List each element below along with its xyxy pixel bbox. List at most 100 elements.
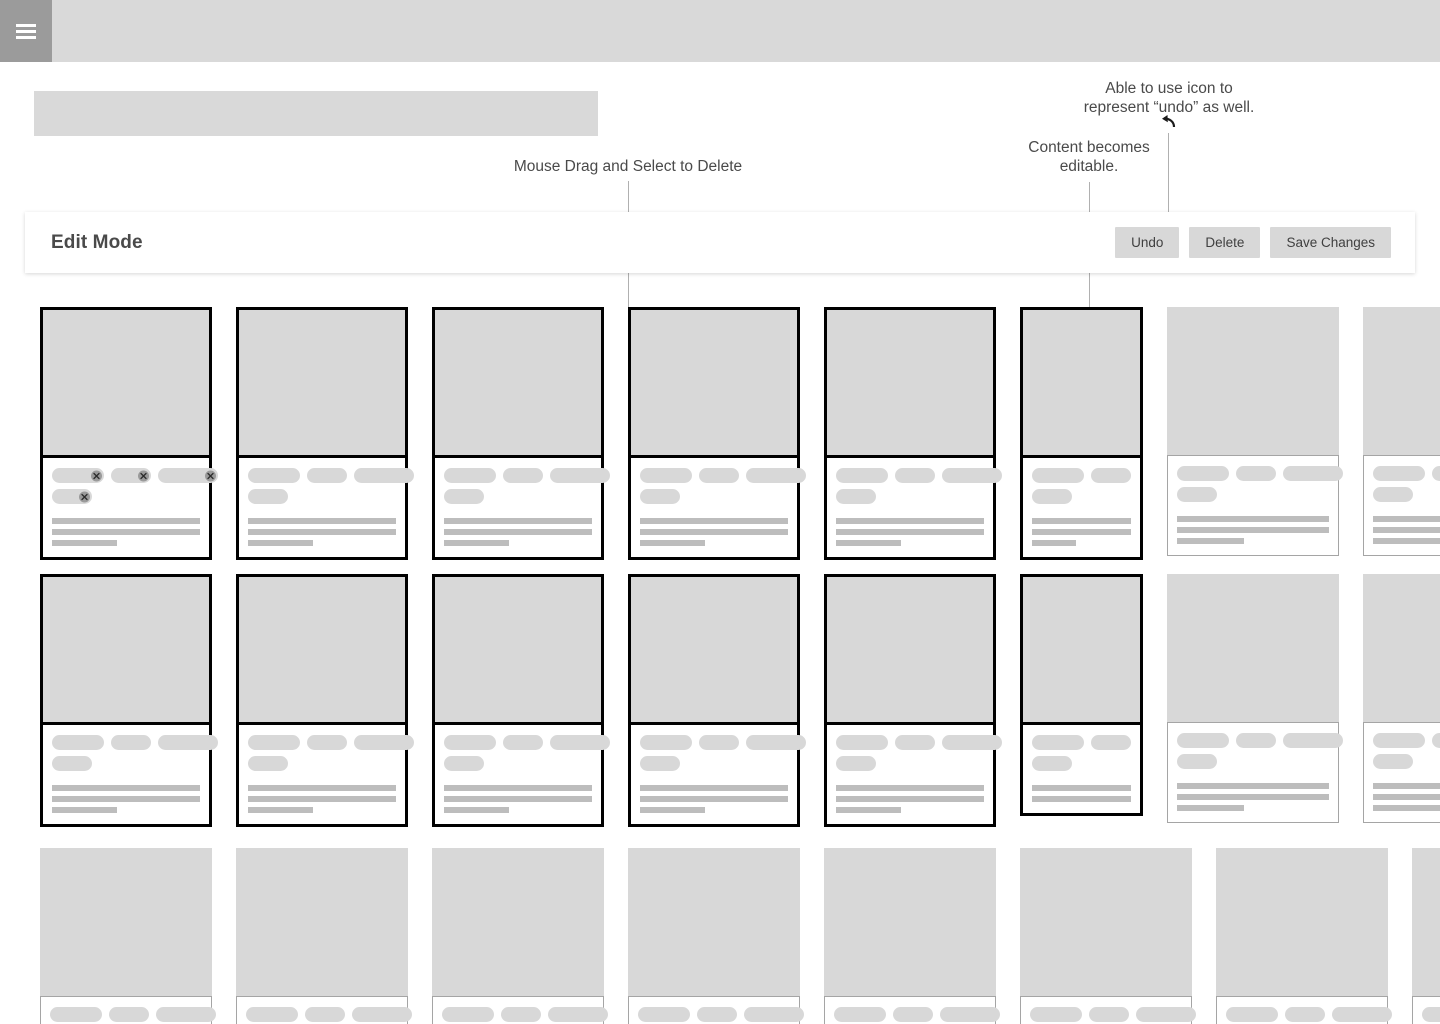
card-text-placeholder: [640, 785, 788, 813]
card-selected[interactable]: [628, 307, 806, 560]
card[interactable]: [236, 848, 412, 1024]
tag-chip: [354, 468, 414, 483]
tag-chip: [699, 735, 739, 750]
tag-chip-row: [1177, 754, 1329, 769]
tag-chip-row: [1373, 487, 1440, 502]
tag-chip[interactable]: [111, 468, 151, 483]
tag-chip-row: [836, 735, 1002, 750]
card-selected[interactable]: [236, 307, 414, 560]
tag-chip: [1285, 1007, 1325, 1022]
annotation-content-editable: Content becomes editable.: [1028, 139, 1150, 175]
tag-chip-row: [1177, 733, 1343, 748]
tag-chip-row: [834, 1007, 1000, 1022]
card-body: [824, 996, 1000, 1024]
text-line: [444, 796, 592, 802]
tag-chip: [1089, 1007, 1129, 1022]
tag-chip-row: [246, 1007, 412, 1022]
tag-chip-row: [1032, 489, 1131, 504]
card[interactable]: [1020, 848, 1196, 1024]
text-line: [52, 518, 200, 524]
card-body: [1216, 996, 1392, 1024]
card-body: [827, 725, 1002, 824]
tag-chip: [1032, 468, 1084, 483]
card[interactable]: [1216, 848, 1392, 1024]
tag-chip[interactable]: [52, 468, 104, 483]
tag-chip-row: [1226, 1007, 1392, 1022]
card[interactable]: [1363, 307, 1440, 556]
tag-chip-row: [1032, 735, 1131, 750]
card-selected[interactable]: [432, 307, 610, 560]
text-line: [640, 785, 788, 791]
tag-chip: [640, 756, 680, 771]
tag-chip: [1226, 1007, 1278, 1022]
tag-chip: [746, 735, 806, 750]
card-slot: [824, 848, 1000, 1024]
card-selected[interactable]: [432, 574, 610, 827]
hamburger-menu-button[interactable]: [0, 0, 52, 62]
card-selected[interactable]: [824, 307, 1002, 560]
card-image-placeholder: [824, 848, 996, 996]
edit-mode-actions: Undo Delete Save Changes: [1115, 227, 1391, 258]
card-selected[interactable]: [40, 574, 218, 827]
chip-remove-icon[interactable]: [138, 470, 149, 481]
tag-chip: [52, 756, 92, 771]
tag-chip[interactable]: [158, 468, 218, 483]
card-selected[interactable]: [824, 574, 1002, 827]
chip-remove-icon[interactable]: [91, 470, 102, 481]
card-body: [236, 996, 412, 1024]
text-line: [836, 518, 984, 524]
card-image-placeholder: [631, 310, 797, 458]
tag-chip: [836, 756, 876, 771]
tag-chip: [307, 735, 347, 750]
card-image-placeholder: [43, 310, 209, 458]
save-changes-button[interactable]: Save Changes: [1270, 227, 1391, 258]
card[interactable]: [1167, 574, 1343, 823]
card-selected[interactable]: [1020, 574, 1143, 816]
card[interactable]: [1412, 848, 1440, 1024]
tag-chip: [248, 735, 300, 750]
tag-chip-group: [1373, 733, 1440, 769]
card-slot: [1216, 848, 1392, 1024]
tag-chip: [248, 489, 288, 504]
tag-chip-group: [1226, 1007, 1392, 1022]
chip-remove-icon[interactable]: [79, 491, 90, 502]
undo-button[interactable]: Undo: [1115, 227, 1180, 258]
tag-chip: [1091, 735, 1131, 750]
tag-chip: [699, 468, 739, 483]
tag-chip[interactable]: [52, 489, 92, 504]
card-row-1: [0, 307, 1440, 560]
card-selected[interactable]: [40, 307, 218, 560]
tag-chip: [248, 756, 288, 771]
tag-chip: [158, 735, 218, 750]
tag-chip: [548, 1007, 608, 1022]
card-row-2: [0, 574, 1440, 827]
chip-remove-icon[interactable]: [205, 470, 216, 481]
tag-chip-group: [834, 1007, 1000, 1022]
card[interactable]: [1363, 574, 1440, 823]
card-text-placeholder: [444, 518, 592, 546]
card[interactable]: [432, 848, 608, 1024]
tag-chip: [550, 735, 610, 750]
tag-chip: [156, 1007, 216, 1022]
card[interactable]: [40, 848, 216, 1024]
tag-chip: [1432, 466, 1440, 481]
card-selected[interactable]: [628, 574, 806, 827]
tag-chip: [1032, 489, 1072, 504]
card-slot: [1363, 574, 1440, 827]
card[interactable]: [824, 848, 1000, 1024]
tag-chip: [640, 735, 692, 750]
card[interactable]: [628, 848, 804, 1024]
tag-chip: [444, 489, 484, 504]
card-slot: [1167, 307, 1343, 560]
tag-chip-row: [52, 735, 218, 750]
card[interactable]: [1167, 307, 1343, 556]
tag-chip: [1091, 468, 1131, 483]
card-selected[interactable]: [236, 574, 414, 827]
tag-chip: [1283, 733, 1343, 748]
text-line: [640, 807, 706, 813]
delete-button[interactable]: Delete: [1189, 227, 1261, 258]
card-selected[interactable]: [1020, 307, 1143, 560]
text-line: [248, 785, 396, 791]
card-slot: [628, 307, 806, 560]
tag-chip-row: [1177, 466, 1343, 481]
